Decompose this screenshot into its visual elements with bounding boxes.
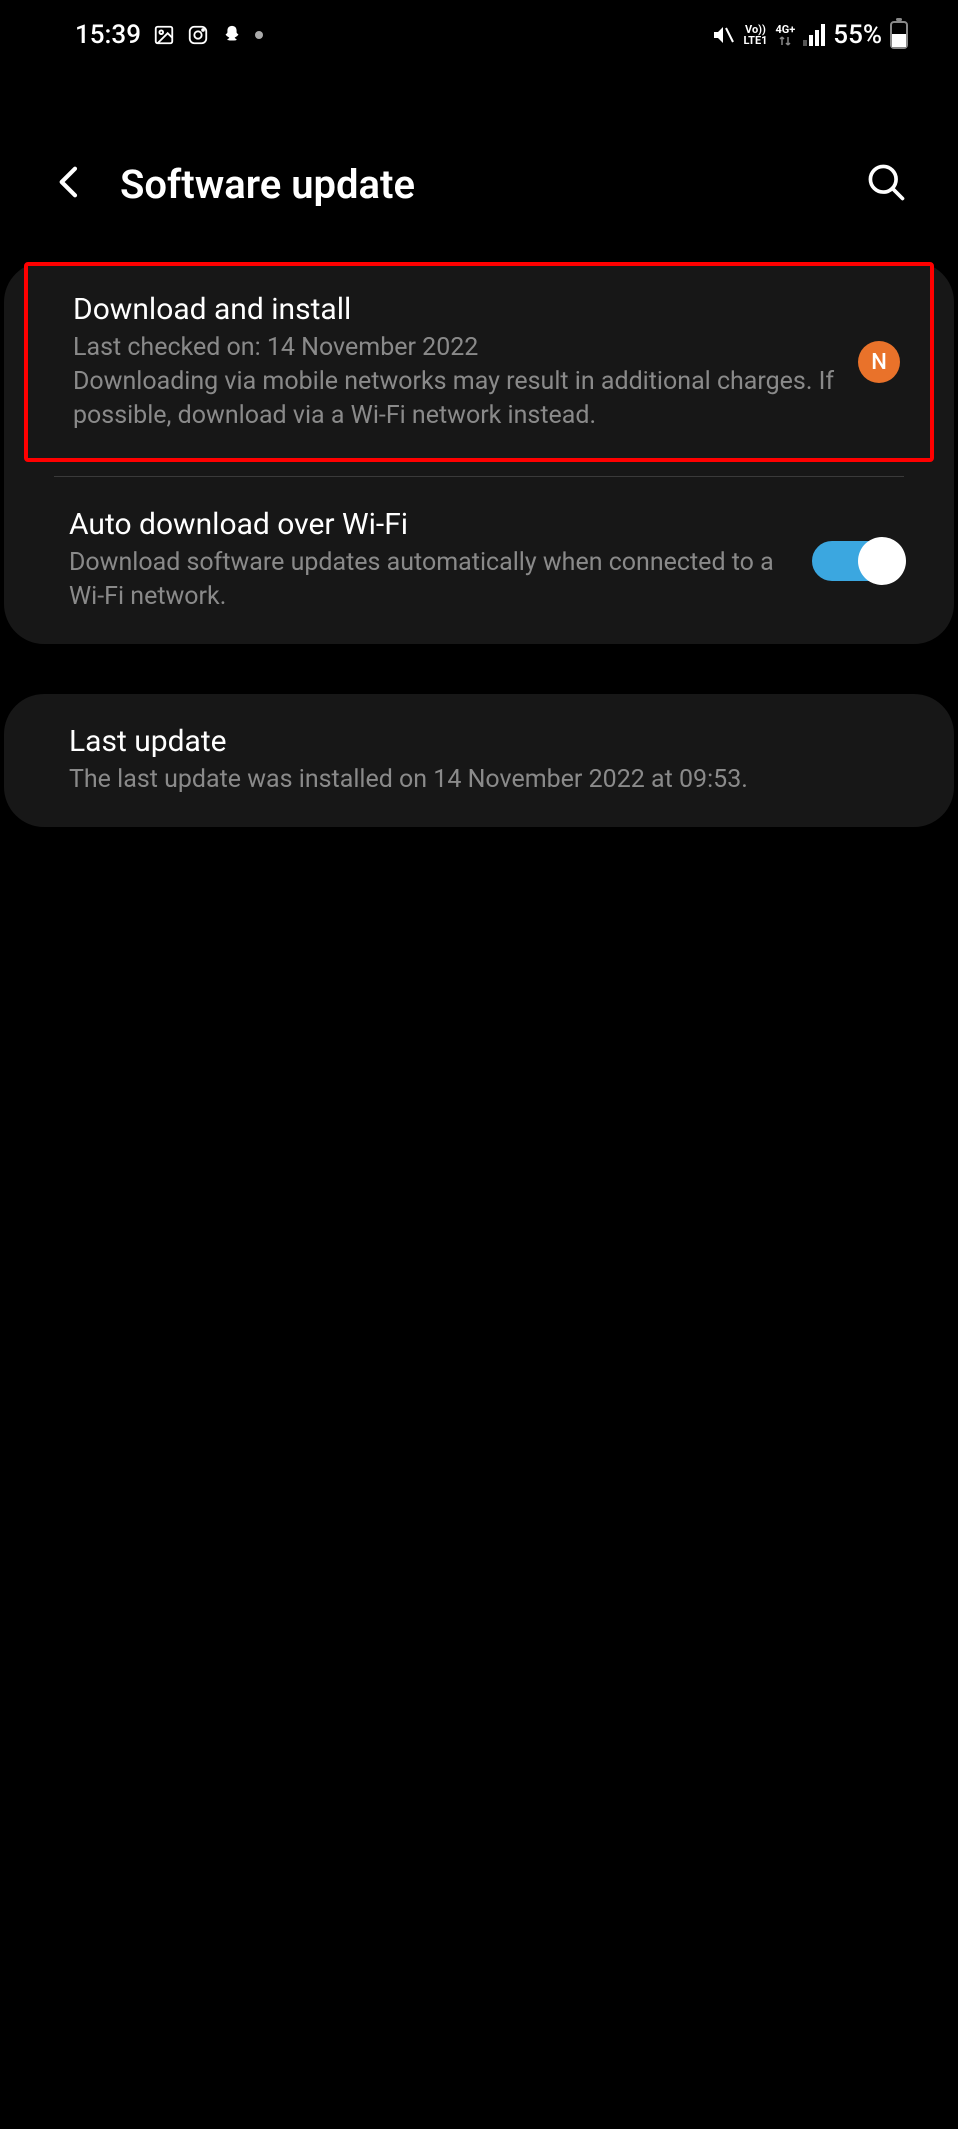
auto-download-item[interactable]: Auto download over Wi-Fi Download softwa… [4,477,954,644]
item-text: Last update The last update was installe… [69,724,904,797]
settings-group-2: Last update The last update was installe… [4,694,954,827]
signal-icon [803,24,825,46]
search-button[interactable] [864,160,908,208]
auto-download-title: Auto download over Wi-Fi [69,507,792,542]
status-left: 15:39 [75,20,263,50]
network-type-icon: 4G+ [775,24,795,47]
instagram-icon [187,24,209,46]
status-time: 15:39 [75,20,141,50]
mute-icon [711,23,735,47]
download-install-title: Download and install [73,292,838,327]
item-text: Auto download over Wi-Fi Download softwa… [69,507,792,614]
search-icon [864,160,908,204]
status-bar: 15:39 Vo)) LTE1 4G+ 55% [0,0,958,70]
gallery-icon [153,24,175,46]
auto-download-toggle[interactable] [812,541,904,581]
notification-badge: N [858,341,900,383]
page-header: Software update [0,70,958,258]
page-title: Software update [120,161,834,208]
download-install-desc: Last checked on: 14 November 2022 Downlo… [73,331,838,432]
snapchat-icon [221,24,243,46]
download-and-install-item[interactable]: Download and install Last checked on: 14… [24,262,934,462]
last-update-title: Last update [69,724,904,759]
status-right: Vo)) LTE1 4G+ 55% [711,20,908,50]
toggle-knob [858,537,906,585]
auto-download-desc: Download software updates automatically … [69,546,792,614]
battery-percent: 55% [833,20,882,50]
chevron-left-icon [50,162,90,202]
settings-group-1: Download and install Last checked on: 14… [4,262,954,644]
last-update-item[interactable]: Last update The last update was installe… [4,694,954,827]
item-text: Download and install Last checked on: 14… [73,292,838,432]
back-button[interactable] [50,162,90,206]
battery-icon [890,21,908,49]
last-update-desc: The last update was installed on 14 Nove… [69,763,904,797]
more-notifications-icon [255,31,263,39]
volte-icon: Vo)) LTE1 [743,24,767,46]
